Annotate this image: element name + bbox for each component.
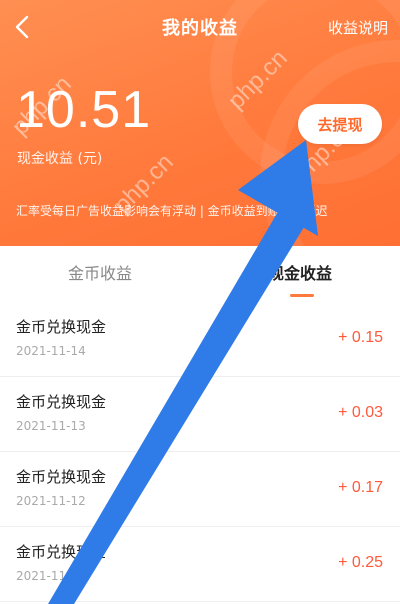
record-date: 2021-11-12 (16, 494, 86, 508)
list-item[interactable]: 金币兑换现金 2021-11-11 + 0.25 (0, 527, 400, 602)
earnings-header: 我的收益 收益说明 10.51 现金收益 (元) 去提现 汇率受每日广告收益影响… (0, 0, 400, 246)
record-date: 2021-11-13 (16, 419, 86, 433)
tab-coin-earnings[interactable]: 金币收益 (0, 260, 200, 284)
earnings-help-link[interactable]: 收益说明 (328, 17, 388, 38)
list-item[interactable]: 金币兑换现金 2021-11-13 + 0.03 (0, 377, 400, 452)
cash-balance-label: 现金收益 (元) (17, 151, 103, 167)
list-item[interactable]: 金币兑换现金 2021-11-12 + 0.17 (0, 452, 400, 527)
record-amount: + 0.03 (338, 404, 383, 421)
record-date: 2021-11-14 (16, 344, 86, 358)
record-amount: + 0.15 (338, 329, 383, 346)
earnings-tabs: 金币收益 现金收益 (0, 246, 400, 302)
exchange-notice: 汇率受每日广告收益影响会有浮动 | 金币收益到账会有延迟 (16, 204, 328, 218)
record-amount: + 0.25 (338, 554, 383, 571)
tab-cash-earnings[interactable]: 现金收益 (200, 260, 400, 284)
record-date: 2021-11-11 (16, 569, 86, 583)
list-item[interactable]: 金币兑换现金 2021-11-14 + 0.15 (0, 302, 400, 377)
record-title: 金币兑换现金 (16, 468, 107, 486)
record-title: 金币兑换现金 (16, 393, 107, 411)
cash-records-list: 金币兑换现金 2021-11-14 + 0.15 金币兑换现金 2021-11-… (0, 302, 400, 602)
active-tab-indicator (290, 294, 314, 297)
record-title: 金币兑换现金 (16, 318, 107, 336)
withdraw-button[interactable]: 去提现 (298, 104, 382, 144)
record-amount: + 0.17 (338, 479, 383, 496)
record-title: 金币兑换现金 (16, 543, 107, 561)
cash-balance-amount: 10.51 (16, 81, 152, 139)
